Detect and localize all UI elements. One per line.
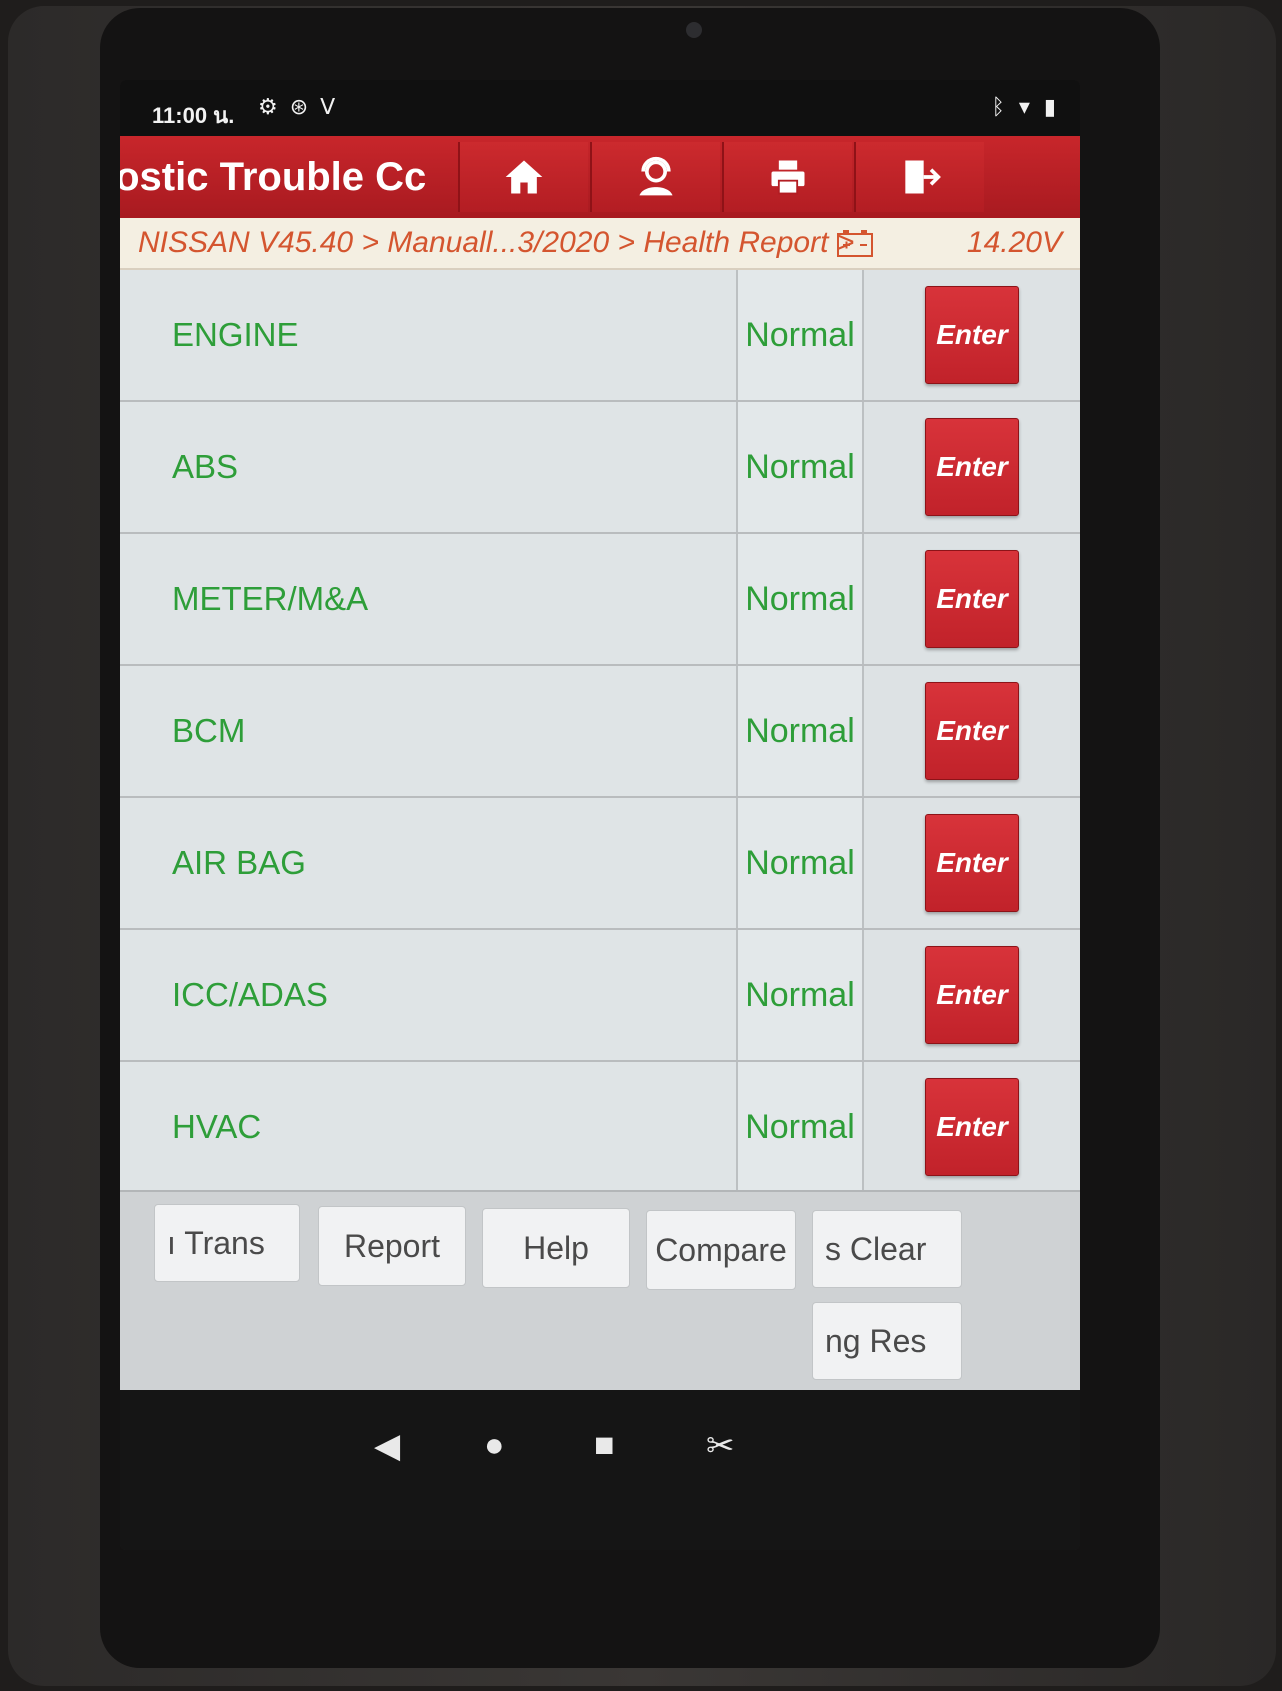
system-status: Normal <box>738 1062 864 1192</box>
bottom-toolbar: ı Trans Report Help Compare s Clear ng R… <box>120 1190 1080 1392</box>
enter-button[interactable]: Enter <box>925 946 1019 1044</box>
android-nav-bar: ◀ ● ■ ✂ <box>120 1390 1080 1550</box>
app-header: iostic Trouble Cc <box>120 136 1080 218</box>
action-cell: Enter <box>864 798 1080 928</box>
reset-button[interactable]: ng Res <box>812 1302 962 1380</box>
tablet-screen: 11:00 น. ⚙ ⊛ ⴸ ᛒ ▾ ▮ iostic Trouble Cc N… <box>120 80 1080 1550</box>
breadcrumb: NISSAN V45.40 > Manuall...3/2020 > Healt… <box>138 226 855 259</box>
action-cell: Enter <box>864 1062 1080 1192</box>
system-status: Normal <box>738 666 864 796</box>
table-row: BCM Normal Enter <box>120 666 1080 798</box>
support-button[interactable] <box>590 142 720 212</box>
system-name: ICC/ADAS <box>172 976 328 1013</box>
system-name: ABS <box>172 448 239 485</box>
clear-button[interactable]: s Clear <box>812 1210 962 1288</box>
system-name-cell: ENGINE <box>120 270 738 400</box>
system-list[interactable]: ENGINE Normal Enter ABS Normal Enter MET… <box>120 270 1080 1270</box>
compare-button[interactable]: Compare <box>646 1210 796 1290</box>
help-button[interactable]: Help <box>482 1208 630 1288</box>
system-status: Normal <box>738 270 864 400</box>
table-row: AIR BAG Normal Enter <box>120 798 1080 930</box>
table-row: HVAC Normal Enter <box>120 1062 1080 1194</box>
status-icons-left: ⚙ ⊛ ⴸ <box>258 94 335 120</box>
system-status: Normal <box>738 798 864 928</box>
table-row: ICC/ADAS Normal Enter <box>120 930 1080 1062</box>
system-name: BCM <box>172 712 246 749</box>
print-icon <box>771 160 805 195</box>
wifi-icon: ▾ <box>1018 94 1030 119</box>
exit-button[interactable] <box>854 142 984 212</box>
car-battery-icon <box>837 230 873 257</box>
status-bar: 11:00 น. ⚙ ⊛ ⴸ ᛒ ▾ ▮ <box>120 80 1080 136</box>
home-button[interactable] <box>458 142 588 212</box>
enter-button[interactable]: Enter <box>925 682 1019 780</box>
action-cell: Enter <box>864 402 1080 532</box>
system-name-cell: HVAC <box>120 1062 738 1192</box>
recording-icon: ⊛ <box>289 94 309 119</box>
page-title: iostic Trouble Cc <box>120 155 427 199</box>
system-name: HVAC <box>172 1108 262 1145</box>
system-name-cell: BCM <box>120 666 738 796</box>
status-time: 11:00 น. <box>152 103 235 128</box>
recents-icon[interactable]: ■ <box>594 1426 615 1465</box>
action-cell: Enter <box>864 930 1080 1060</box>
table-row: ABS Normal Enter <box>120 402 1080 534</box>
system-name-cell: ABS <box>120 402 738 532</box>
system-name-cell: AIR BAG <box>120 798 738 928</box>
battery-icon: ▮ <box>1043 94 1056 119</box>
enter-button[interactable]: Enter <box>925 418 1019 516</box>
print-button[interactable] <box>722 142 852 212</box>
system-name: METER/M&A <box>172 580 369 617</box>
system-status: Normal <box>738 534 864 664</box>
enter-button[interactable]: Enter <box>925 550 1019 648</box>
enter-button[interactable]: Enter <box>925 814 1019 912</box>
system-name: ENGINE <box>172 316 299 353</box>
system-name-cell: METER/M&A <box>120 534 738 664</box>
table-row: METER/M&A Normal Enter <box>120 534 1080 666</box>
gear-icon: ⚙ <box>258 94 278 119</box>
system-name: AIR BAG <box>172 844 306 881</box>
home-icon <box>505 160 543 194</box>
action-cell: Enter <box>864 666 1080 796</box>
system-status: Normal <box>738 402 864 532</box>
breadcrumb-bar: NISSAN V45.40 > Manuall...3/2020 > Healt… <box>120 218 1080 270</box>
support-agent-icon <box>639 156 673 196</box>
exit-icon <box>905 160 941 194</box>
report-button[interactable]: Report <box>318 1206 466 1286</box>
bluetooth-icon: ᛒ <box>991 94 1005 119</box>
system-status: Normal <box>738 930 864 1060</box>
table-row: ENGINE Normal Enter <box>120 270 1080 402</box>
voltage-readout: 14.20V <box>966 226 1062 259</box>
stethoscope-icon: ⴸ <box>320 94 336 119</box>
system-name-cell: ICC/ADAS <box>120 930 738 1060</box>
trans-button[interactable]: ı Trans <box>154 1204 300 1282</box>
action-cell: Enter <box>864 534 1080 664</box>
back-icon[interactable]: ◀ <box>374 1426 400 1466</box>
status-icons-right: ᛒ ▾ ▮ <box>992 94 1056 120</box>
enter-button[interactable]: Enter <box>925 286 1019 384</box>
enter-button[interactable]: Enter <box>925 1078 1019 1176</box>
action-cell: Enter <box>864 270 1080 400</box>
camera <box>686 22 702 38</box>
home-circle-icon[interactable]: ● <box>484 1426 505 1465</box>
screenshot-icon[interactable]: ✂ <box>706 1426 735 1466</box>
